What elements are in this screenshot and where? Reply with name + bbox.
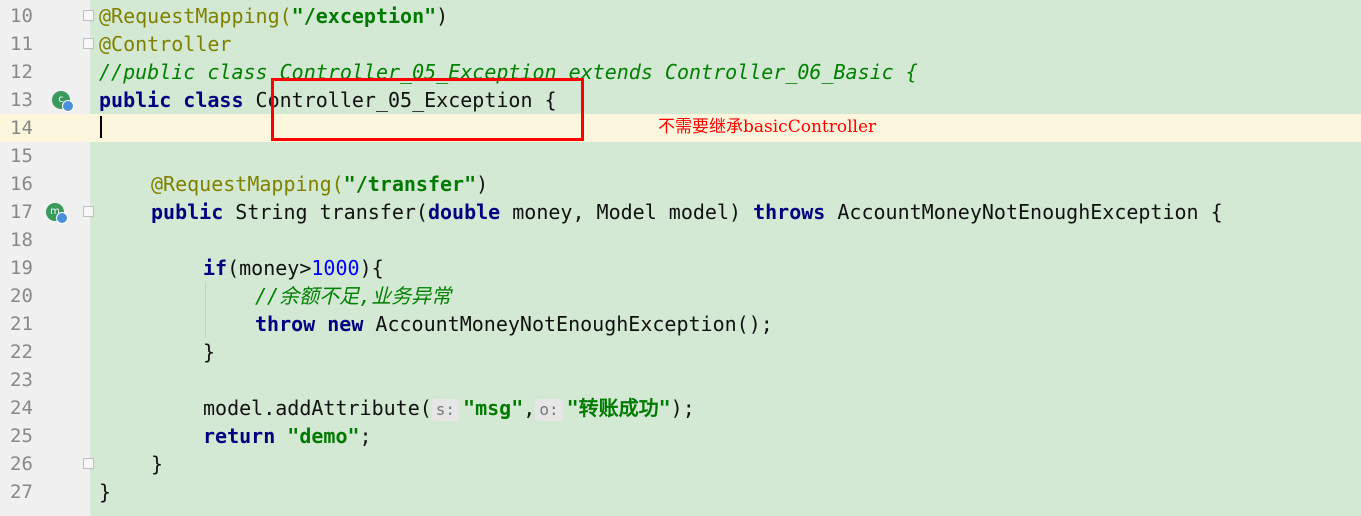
line-number: 14: [10, 117, 33, 139]
code-line-24[interactable]: 24 model.addAttribute(s: "msg", o: "转账成功");: [0, 394, 1361, 422]
fold-marker-icon[interactable]: [83, 458, 94, 469]
text-caret: [100, 116, 102, 138]
param-hint: o:: [535, 398, 563, 421]
code-text: }: [203, 340, 216, 364]
code-line-15[interactable]: 15: [0, 142, 1361, 170]
code-text: @Controller: [99, 32, 232, 56]
code-text: @RequestMapping("/exception"): [99, 4, 449, 28]
line-number: 26: [10, 453, 33, 475]
line-number: 13: [10, 89, 33, 111]
param-hint: s:: [431, 398, 460, 421]
method-gutter-icon[interactable]: m: [46, 203, 68, 224]
line-number: 20: [10, 285, 33, 307]
line-number: 22: [10, 341, 33, 363]
line-number: 25: [10, 425, 33, 447]
code-line-22[interactable]: 22 }: [0, 338, 1361, 366]
line-number: 27: [10, 481, 33, 503]
line-number: 24: [10, 397, 33, 419]
code-text: }: [151, 452, 164, 476]
fold-marker-icon[interactable]: [83, 10, 94, 21]
line-number: 12: [10, 61, 33, 83]
code-line-17[interactable]: 17 public String transfer(double money, …: [0, 198, 1361, 226]
code-line-16[interactable]: 16 @RequestMapping("/transfer"): [0, 170, 1361, 198]
code-text: if(money>1000){: [203, 256, 384, 280]
highlight-box: [271, 78, 584, 141]
class-gutter-icon[interactable]: c: [52, 91, 74, 112]
code-text: //余额不足,业务异常: [255, 284, 452, 308]
line-number: 16: [10, 173, 33, 195]
annotation-note: 不需要继承basicController: [658, 117, 877, 137]
code-line-25[interactable]: 25 return "demo";: [0, 422, 1361, 450]
line-number: 23: [10, 369, 33, 391]
code-text: public String transfer(double money, Mod…: [151, 200, 1223, 224]
fold-marker-icon[interactable]: [83, 206, 94, 217]
code-line-13[interactable]: 13 public class Controller_05_Exception …: [0, 86, 1361, 114]
code-line-10[interactable]: 10 @RequestMapping("/exception"): [0, 2, 1361, 30]
line-number: 17: [10, 201, 33, 223]
code-text: }: [99, 480, 112, 504]
code-text: throw new AccountMoneyNotEnoughException…: [255, 312, 773, 336]
line-number: 15: [10, 145, 33, 167]
line-number: 10: [10, 5, 33, 27]
code-line-18[interactable]: 18: [0, 226, 1361, 254]
code-line-26[interactable]: 26 }: [0, 450, 1361, 478]
code-text: model.addAttribute(s: "msg", o: "转账成功");: [203, 396, 695, 421]
fold-marker-icon[interactable]: [83, 38, 94, 49]
line-number: 19: [10, 257, 33, 279]
code-text: return "demo";: [203, 424, 372, 448]
code-line-12[interactable]: 12 //public class Controller_05_Exceptio…: [0, 58, 1361, 86]
code-text: @RequestMapping("/transfer"): [151, 172, 489, 196]
line-number: 11: [10, 33, 33, 55]
indent-guide: [205, 282, 206, 338]
line-number: 18: [10, 229, 33, 251]
code-line-11[interactable]: 11 @Controller: [0, 30, 1361, 58]
code-line-19[interactable]: 19 if(money>1000){: [0, 254, 1361, 282]
code-line-27[interactable]: 27 }: [0, 478, 1361, 506]
line-number: 21: [10, 313, 33, 335]
code-line-23[interactable]: 23: [0, 366, 1361, 394]
